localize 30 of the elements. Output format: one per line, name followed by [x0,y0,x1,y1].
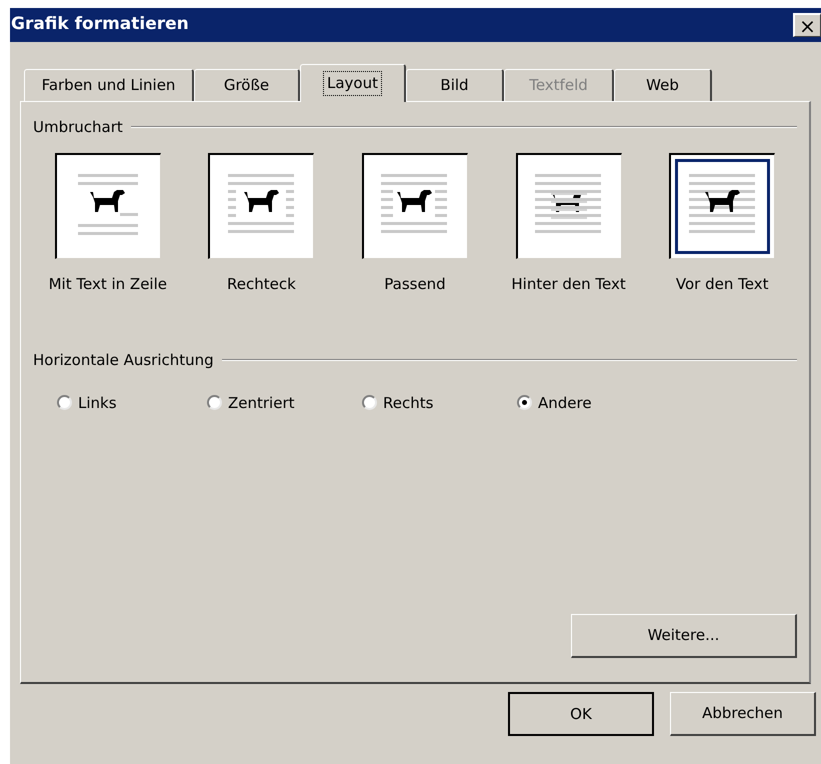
window-title: Grafik formatieren [10,13,189,36]
radio-button[interactable] [207,395,222,410]
dialog-button[interactable]: Abbrechen [670,692,816,736]
dialog-button[interactable]: OK [508,692,654,736]
wrap-style-option[interactable] [516,152,622,258]
section-title: Umbruchart [33,117,123,138]
wrap-style-option[interactable] [669,152,776,258]
option-label: Mit Text in Zeile [48,274,167,294]
option-label: Vor den Text [676,274,768,294]
wrap-style-option[interactable] [362,152,468,258]
radio-button[interactable] [57,395,72,410]
radio-label: Rechts [383,392,434,414]
tab[interactable]: Farben und Linien [24,69,194,101]
radio-button[interactable] [517,395,532,410]
option-label: Passend [384,274,446,294]
more-button[interactable]: Weitere... [571,614,797,658]
option-label: Hinter den Text [511,274,626,294]
radio-label: Zentriert [228,392,295,414]
tab[interactable]: Größe [194,69,300,101]
tab[interactable]: Layout [300,64,406,102]
wrap-style-option[interactable] [208,152,314,258]
radio-label: Andere [538,392,592,414]
radio-button[interactable] [362,395,377,410]
option-label: Rechteck [227,274,296,294]
section-title: Horizontale Ausrichtung [33,350,214,371]
wrap-style-option[interactable] [54,152,161,258]
tab[interactable]: Web [614,69,712,101]
tab[interactable]: Bild [406,69,504,101]
radio-label: Links [78,392,117,414]
close-button[interactable]: × [793,13,821,37]
